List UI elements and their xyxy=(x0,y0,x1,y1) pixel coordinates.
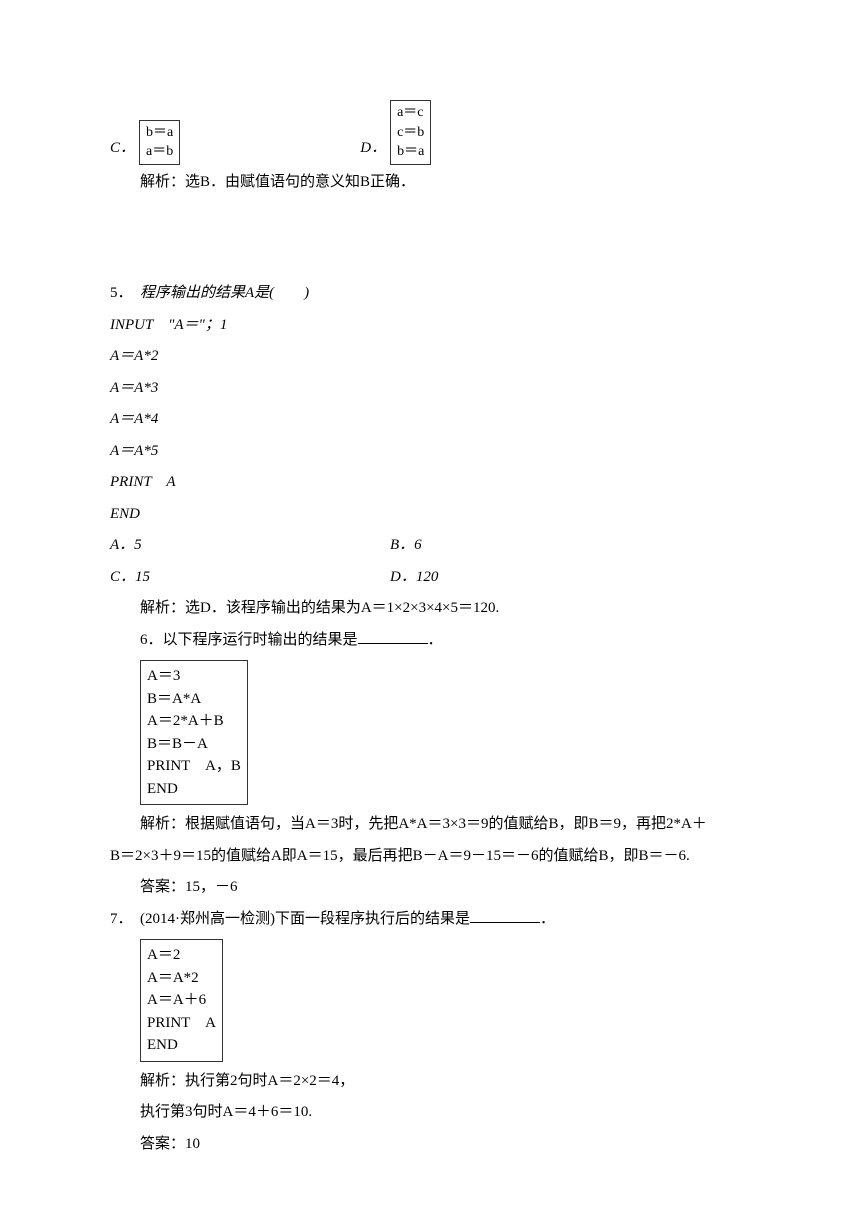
code-line: A＝2 xyxy=(147,944,216,967)
q6-explain-line1: 解析：根据赋值语句，当A＝3时，先把A*A＝3×3＝9的值赋给B，即B＝9，再把… xyxy=(110,809,770,841)
option-d-label: D． xyxy=(360,133,390,167)
q5-code-3: A＝A*3 xyxy=(110,373,770,405)
blank-fill xyxy=(358,627,428,644)
code-line: END xyxy=(147,778,241,801)
q5-opt-d: D．120 xyxy=(390,562,438,594)
q4-optc-code: b＝a a＝b xyxy=(139,120,180,165)
q5-stem: 程序输出的结果A是( ) xyxy=(140,278,309,310)
code-line: B＝A*A xyxy=(147,688,241,711)
code-line: a＝b xyxy=(146,142,173,162)
code-line: B＝B－A xyxy=(147,733,241,756)
q6-explain-line2: B＝2×3＋9＝15的值赋给A即A＝15，最后再把B－A＝9－15＝－6的值赋给… xyxy=(110,841,770,873)
code-line: END xyxy=(147,1034,216,1057)
section-gap xyxy=(110,198,770,278)
q6-stem: 6．以下程序运行时输出的结果是 xyxy=(140,632,358,648)
q5-stem-row: 5． 程序输出的结果A是( ) xyxy=(110,278,770,310)
q6-answer: 答案：15，－6 xyxy=(110,872,770,904)
q5-code-4: A＝A*4 xyxy=(110,404,770,436)
q4-option-d: D． a＝c c＝b b＝a xyxy=(360,100,431,167)
code-line: A＝2*A＋B xyxy=(147,710,241,733)
q5-code-1: INPUT "A＝"；1 xyxy=(110,310,770,342)
code-line: b＝a xyxy=(397,142,424,162)
q5-code-6: PRINT A xyxy=(110,467,770,499)
q4-optd-code: a＝c c＝b b＝a xyxy=(390,100,431,165)
q5-code-5: A＝A*5 xyxy=(110,436,770,468)
q4-option-c: C． b＝a a＝b xyxy=(110,120,180,167)
q7-stem-body: (2014·郑州高一检测)下面一段程序执行后的结果是 ． xyxy=(140,904,555,936)
q7-explain-l2: 执行第3句时A＝4＋6＝10. xyxy=(110,1097,770,1129)
q5-explanation: 解析：选D．该程序输出的结果为A＝1×2×3×4×5＝120. xyxy=(110,593,770,625)
q7-code-block: A＝2 A＝A*2 A＝A＋6 PRINT A END xyxy=(140,939,223,1062)
q4-options-row: C． b＝a a＝b D． a＝c c＝b b＝a xyxy=(110,100,770,167)
option-c-label: C． xyxy=(110,133,139,167)
q5-opt-a: A．5 xyxy=(110,530,390,562)
code-line: b＝a xyxy=(146,123,173,143)
code-line: A＝A＋6 xyxy=(147,989,216,1012)
q5-opt-c: C．15 xyxy=(110,562,390,594)
q7-explain-l1: 解析：执行第2句时A＝2×2＝4， xyxy=(110,1066,770,1098)
q5-number: 5． xyxy=(110,278,140,310)
q6-suffix: ． xyxy=(428,632,443,648)
blank-fill xyxy=(470,906,540,923)
q5-code-2: A＝A*2 xyxy=(110,341,770,373)
code-line: PRINT A，B xyxy=(147,755,241,778)
q6-code-block: A＝3 B＝A*A A＝2*A＋B B＝B－A PRINT A，B END xyxy=(140,660,248,805)
q7-stem-row: 7． (2014·郑州高一检测)下面一段程序执行后的结果是 ． xyxy=(110,904,770,936)
code-line: c＝b xyxy=(397,123,424,143)
q5-choices-ab: A．5 B．6 xyxy=(110,530,770,562)
q5-choices-cd: C．15 D．120 xyxy=(110,562,770,594)
q7-stem: (2014·郑州高一检测)下面一段程序执行后的结果是 xyxy=(140,911,470,927)
q5-code-7: END xyxy=(110,499,770,531)
q7-answer: 答案：10 xyxy=(110,1129,770,1161)
q6-stem-row: 6．以下程序运行时输出的结果是 ． xyxy=(110,625,770,657)
q7-suffix: ． xyxy=(540,911,555,927)
code-line: a＝c xyxy=(397,103,424,123)
code-line: PRINT A xyxy=(147,1012,216,1035)
code-line: A＝A*2 xyxy=(147,967,216,990)
q5-opt-b: B．6 xyxy=(390,530,422,562)
q4-explanation: 解析：选B．由赋值语句的意义知B正确． xyxy=(110,167,770,199)
q7-number: 7． xyxy=(110,904,140,936)
code-line: A＝3 xyxy=(147,665,241,688)
